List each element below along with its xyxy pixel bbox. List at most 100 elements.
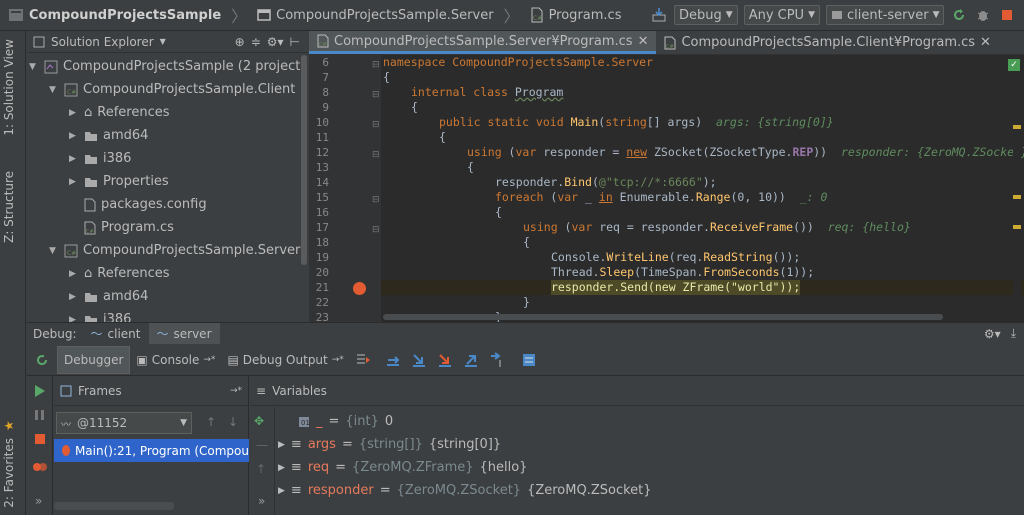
configuration-select[interactable]: Debug ▼ <box>674 5 738 25</box>
chevron-right-icon[interactable]: ▶ <box>69 108 79 118</box>
tree-item-solution[interactable]: ▼ CompoundProjectsSample (2 projects) <box>29 55 308 78</box>
pin-icon[interactable]: →* <box>230 386 242 396</box>
chevron-right-icon[interactable]: ▶ <box>278 486 285 496</box>
chevron-right-icon[interactable]: ▶ <box>69 177 79 187</box>
debug-bug-icon[interactable] <box>974 6 992 24</box>
code-line: using (var req = responder.ReceiveFrame(… <box>523 220 911 234</box>
breadcrumb-solution[interactable]: CompoundProjectsSample <box>29 8 221 23</box>
chevron-right-icon[interactable]: ▶ <box>69 131 79 141</box>
tab-debug-output[interactable]: ▤ Debug Output →* <box>221 346 349 374</box>
tree-item-references[interactable]: ▶ ⌂ References <box>69 101 170 124</box>
chevron-down-icon[interactable]: ▼ <box>49 246 59 256</box>
session-tab-client[interactable]: 〜 client <box>83 323 149 345</box>
stop-icon[interactable] <box>33 432 47 446</box>
tree-item-folder[interactable]: ▶ i386 <box>69 308 131 322</box>
frame-item[interactable]: Main():21, Program (Compou <box>54 439 249 462</box>
tree-item-folder[interactable]: ▶ amd64 <box>69 285 148 308</box>
step-into-icon[interactable] <box>410 351 428 369</box>
hide-panel-icon[interactable]: ⊢ <box>290 35 300 49</box>
variable-row[interactable]: ▶ ≡ req = {ZeroMQ.ZFrame} {hello} <box>278 456 527 479</box>
run-configuration-select[interactable]: client-server ▼ <box>826 5 945 25</box>
settings-gear-icon[interactable]: ⚙▾ <box>984 327 1001 341</box>
check-status-icon[interactable]: ✓ <box>1008 59 1020 71</box>
tab-debugger[interactable]: Debugger <box>57 345 131 374</box>
tab-server-program[interactable]: C# CompoundProjectsSample.Server¥Program… <box>309 31 657 54</box>
run-to-cursor-icon[interactable] <box>488 351 506 369</box>
breadcrumb-file[interactable]: Program.cs <box>549 8 622 23</box>
chevron-right-icon[interactable]: ▶ <box>278 463 285 473</box>
fold-icon[interactable]: ⊟ <box>372 120 380 130</box>
thread-select[interactable]: 〰 @11152 ▼ <box>56 412 192 434</box>
breakpoint-icon[interactable] <box>353 282 366 295</box>
code-line: { <box>495 205 502 219</box>
new-watch-icon[interactable]: ✥ <box>254 414 264 428</box>
down-arrow-icon[interactable]: ↓ <box>228 415 238 429</box>
tab-client-program[interactable]: C# CompoundProjectsSample.Client¥Program… <box>656 31 998 54</box>
chevron-right-icon[interactable]: ▶ <box>69 315 79 323</box>
breadcrumb-project[interactable]: CompoundProjectsSample.Server <box>276 8 493 23</box>
horizontal-scrollbar[interactable] <box>54 502 174 510</box>
code-line: using (var responder = new ZSocket(ZSock… <box>467 145 1024 159</box>
csharp-project-icon: C# <box>64 83 78 97</box>
rerun-icon[interactable] <box>950 6 968 24</box>
folder-icon <box>84 130 98 142</box>
tree-item-project-client[interactable]: ▼ C# CompoundProjectsSample.Client <box>49 78 295 101</box>
more-icon[interactable]: » <box>35 494 42 508</box>
tree-item-folder[interactable]: ▶ amd64 <box>69 124 148 147</box>
step-over-icon[interactable] <box>384 351 402 369</box>
stop-icon[interactable] <box>998 6 1016 24</box>
session-tab-server[interactable]: 〜 server <box>148 322 220 345</box>
fold-icon[interactable]: ⊟ <box>372 225 380 235</box>
tab-favorites[interactable]: 2: Favorites ★ <box>2 419 16 508</box>
tree-item-folder[interactable]: ▶ i386 <box>69 147 131 170</box>
remove-watch-icon[interactable]: — <box>256 438 268 452</box>
tree-item-folder[interactable]: ▶ Properties <box>69 170 169 193</box>
rerun-icon[interactable] <box>33 351 51 369</box>
platform-select[interactable]: Any CPU ▼ <box>743 5 820 25</box>
step-out-icon[interactable] <box>462 351 480 369</box>
more-icon[interactable]: » <box>258 494 265 508</box>
pause-icon[interactable] <box>33 408 47 422</box>
fold-icon[interactable]: ⊟ <box>372 195 380 205</box>
tab-solution-view[interactable]: 1: Solution View <box>2 39 16 136</box>
variable-row[interactable]: 01 _ = {int} 0 <box>298 410 393 433</box>
tree-item-references[interactable]: ▶ ⌂ References <box>69 262 170 285</box>
editor-scrollbar[interactable] <box>1013 75 1021 315</box>
tab-structure[interactable]: Z: Structure <box>2 171 16 243</box>
tree-item-file[interactable]: C# Program.cs <box>84 216 174 239</box>
close-icon[interactable]: ✕ <box>980 35 991 50</box>
tree-item-file[interactable]: packages.config <box>84 193 207 216</box>
svg-text:C#: C# <box>319 42 327 48</box>
collapse-all-icon[interactable]: ≑ <box>251 35 261 49</box>
chevron-down-icon[interactable]: ▼ <box>160 37 166 46</box>
fold-icon[interactable]: ⊟ <box>372 150 380 160</box>
chevron-down-icon[interactable]: ▼ <box>49 85 59 95</box>
tree-item-project-server[interactable]: ▼ C# CompoundProjectsSample.Server <box>49 239 300 262</box>
horizontal-scrollbar[interactable] <box>383 314 943 320</box>
close-icon[interactable]: ✕ <box>638 34 649 49</box>
fold-icon[interactable]: ⊟ <box>372 60 380 70</box>
locate-icon[interactable]: ⊕ <box>235 35 245 49</box>
left-tool-strip: 1: Solution View Z: Structure 2: Favorit… <box>0 31 26 515</box>
scrollbar[interactable] <box>301 55 307 265</box>
solution-explorer-title[interactable]: Solution Explorer <box>51 35 154 49</box>
show-execution-point-icon[interactable] <box>354 351 372 369</box>
view-breakpoints-icon[interactable] <box>32 460 48 474</box>
force-step-into-icon[interactable] <box>436 351 454 369</box>
settings-gear-icon[interactable]: ⚙▾ <box>267 35 284 49</box>
variable-row[interactable]: ▶ ≡ responder = {ZeroMQ.ZSocket} {ZeroMQ… <box>278 479 652 502</box>
chevron-right-icon[interactable]: ▶ <box>278 440 285 450</box>
up-arrow-icon[interactable]: ↑ <box>206 415 216 429</box>
fold-icon[interactable]: ⊟ <box>372 90 380 100</box>
variable-row[interactable]: ▶ ≡ args = {string[]} {string[0]} <box>278 433 501 456</box>
up-arrow-icon[interactable]: ↑ <box>256 462 266 476</box>
build-icon[interactable] <box>650 6 668 24</box>
tab-console[interactable]: ▣ Console →* <box>130 346 221 374</box>
chevron-right-icon[interactable]: ▶ <box>69 154 79 164</box>
evaluate-expression-icon[interactable] <box>520 351 538 369</box>
hide-panel-icon[interactable]: ⤓ <box>1011 326 1016 341</box>
chevron-right-icon[interactable]: ▶ <box>69 269 79 279</box>
chevron-down-icon[interactable]: ▼ <box>29 62 39 72</box>
chevron-right-icon[interactable]: ▶ <box>69 292 79 302</box>
resume-icon[interactable] <box>33 384 47 398</box>
